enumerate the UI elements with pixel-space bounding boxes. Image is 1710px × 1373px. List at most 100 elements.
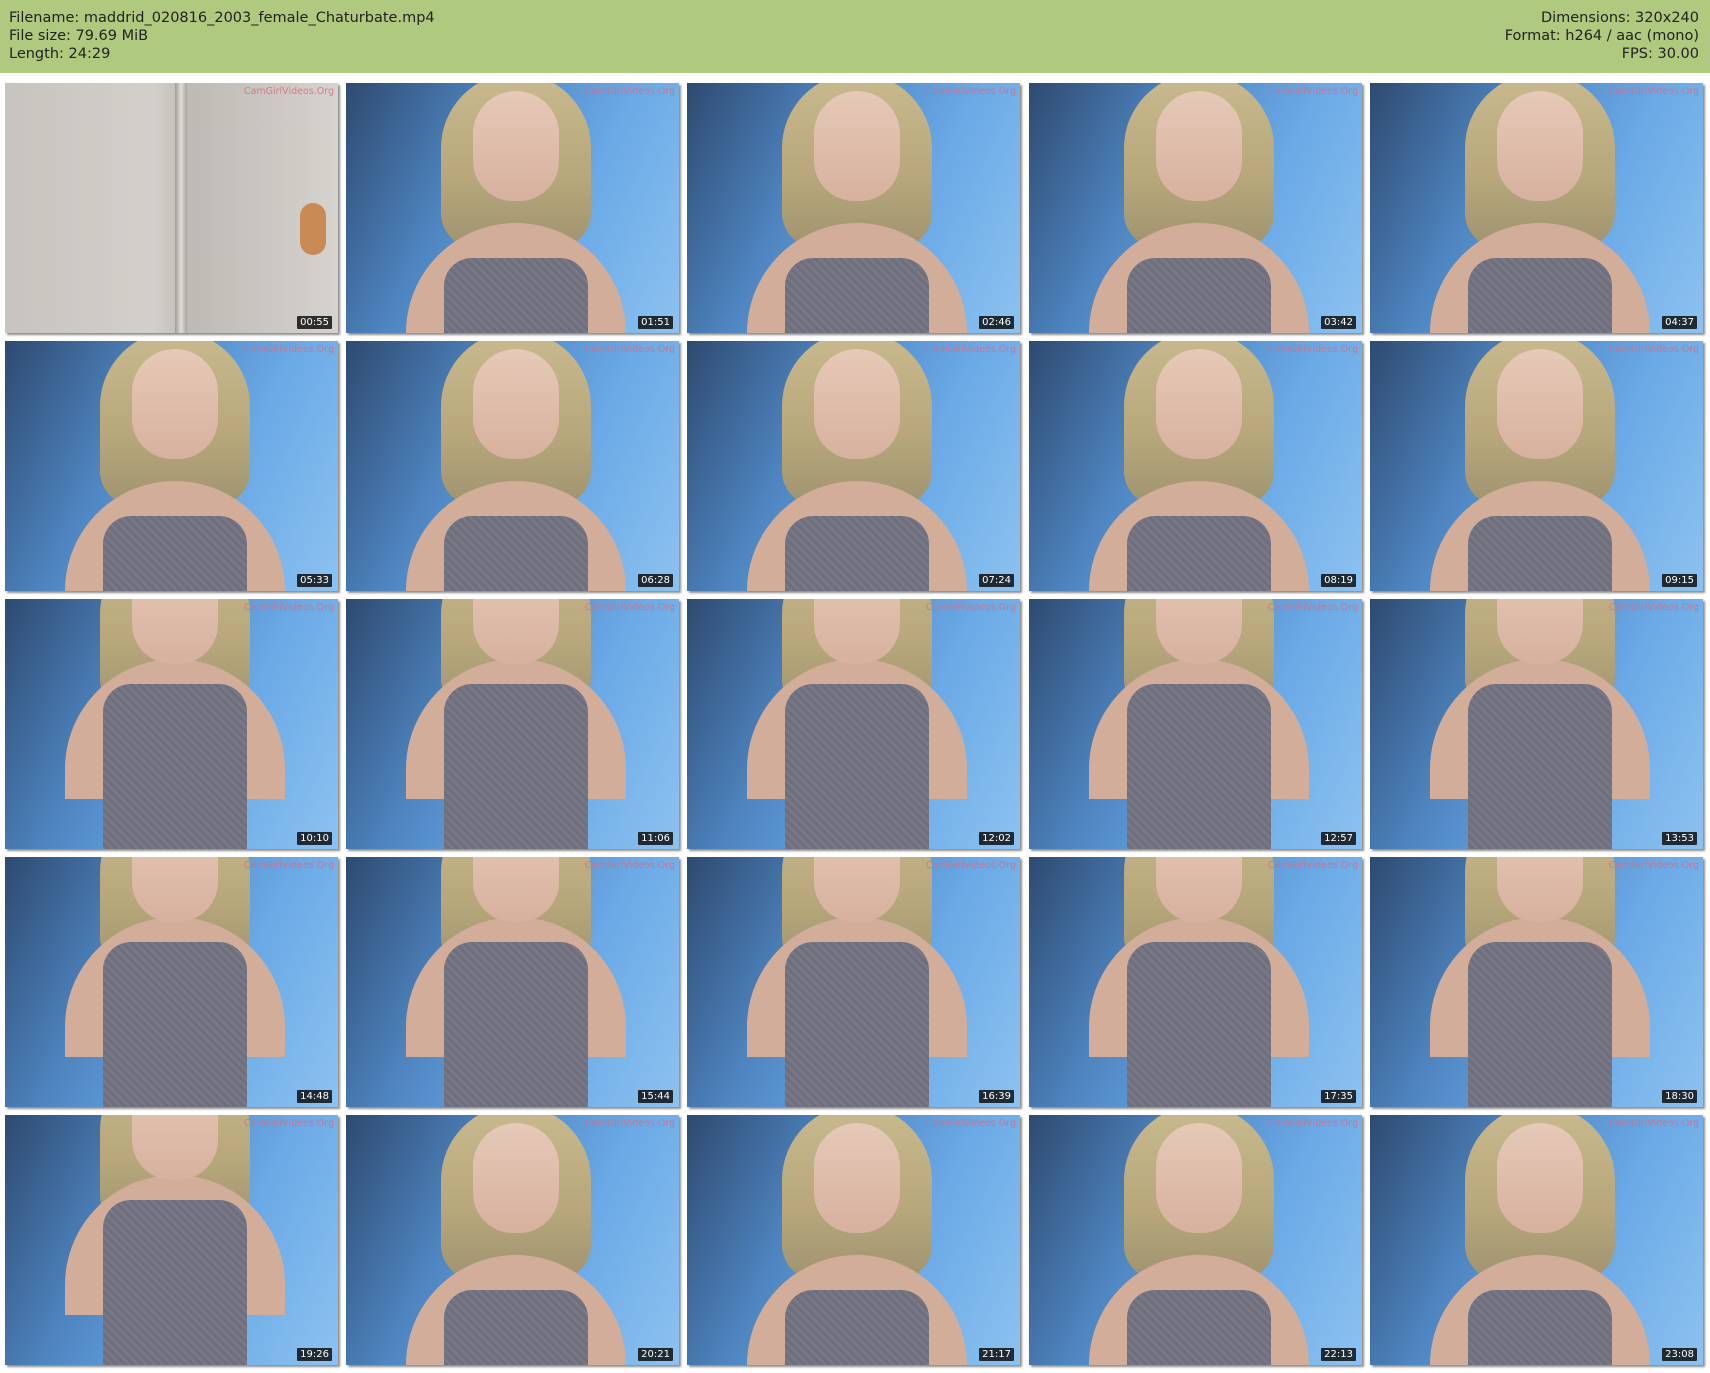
thumbnail-frame: CamGirlVideos.Org 03:42 xyxy=(1029,83,1362,333)
thumbnail-frame: CamGirlVideos.Org 12:02 xyxy=(687,599,1020,849)
thumbnail-frame: CamGirlVideos.Org 17:35 xyxy=(1029,857,1362,1107)
thumbnail-frame: CamGirlVideos.Org 07:24 xyxy=(687,341,1020,591)
length-text: Length: 24:29 xyxy=(9,46,111,62)
frame-image xyxy=(1089,1115,1309,1365)
watermark-text: CamGirlVideos.Org xyxy=(243,860,334,871)
watermark-text: CamGirlVideos.Org xyxy=(1608,344,1699,355)
file-info: Filename: maddrid_020816_2003_female_Cha… xyxy=(9,9,435,63)
frame-image xyxy=(406,857,626,1107)
frame-image xyxy=(747,341,967,591)
thumbnail-frame: CamGirlVideos.Org 22:13 xyxy=(1029,1115,1362,1365)
frame-image xyxy=(1430,857,1650,1107)
thumbnail-frame: CamGirlVideos.Org 01:51 xyxy=(346,83,679,333)
timestamp-label: 13:53 xyxy=(1662,832,1697,845)
frame-image xyxy=(1430,599,1650,849)
thumbnail-frame: CamGirlVideos.Org 09:15 xyxy=(1370,341,1703,591)
watermark-text: CamGirlVideos.Org xyxy=(243,1118,334,1129)
timestamp-label: 00:55 xyxy=(297,316,332,329)
frame-image xyxy=(1430,1115,1650,1365)
frame-image xyxy=(300,203,326,255)
watermark-text: CamGirlVideos.Org xyxy=(925,344,1016,355)
frame-image xyxy=(747,599,967,849)
frame-image xyxy=(406,83,626,333)
timestamp-label: 03:42 xyxy=(1321,316,1356,329)
frame-image xyxy=(1430,83,1650,333)
watermark-text: CamGirlVideos.Org xyxy=(1608,86,1699,97)
timestamp-label: 16:39 xyxy=(979,1090,1014,1103)
frame-image xyxy=(1089,857,1309,1107)
watermark-text: CamGirlVideos.Org xyxy=(1267,602,1358,613)
watermark-text: CamGirlVideos.Org xyxy=(1267,86,1358,97)
thumbnail-frame: CamGirlVideos.Org 04:37 xyxy=(1370,83,1703,333)
filesize-text: File size: 79.69 MiB xyxy=(9,28,149,44)
watermark-text: CamGirlVideos.Org xyxy=(243,602,334,613)
frame-image xyxy=(747,83,967,333)
timestamp-label: 14:48 xyxy=(297,1090,332,1103)
watermark-text: CamGirlVideos.Org xyxy=(1267,1118,1358,1129)
timestamp-label: 02:46 xyxy=(979,316,1014,329)
thumbnail-frame: CamGirlVideos.Org 23:08 xyxy=(1370,1115,1703,1365)
filename-text: Filename: maddrid_020816_2003_female_Cha… xyxy=(9,10,435,26)
timestamp-label: 12:02 xyxy=(979,832,1014,845)
watermark-text: CamGirlVideos.Org xyxy=(584,602,675,613)
frame-image xyxy=(65,599,285,849)
timestamp-label: 18:30 xyxy=(1662,1090,1697,1103)
watermark-text: CamGirlVideos.Org xyxy=(1608,860,1699,871)
watermark-text: CamGirlVideos.Org xyxy=(243,344,334,355)
watermark-text: CamGirlVideos.Org xyxy=(925,1118,1016,1129)
format-text: Format: h264 / aac (mono) xyxy=(1504,28,1699,44)
frame-image xyxy=(1089,599,1309,849)
thumbnail-frame: CamGirlVideos.Org 12:57 xyxy=(1029,599,1362,849)
timestamp-label: 15:44 xyxy=(638,1090,673,1103)
timestamp-label: 12:57 xyxy=(1321,832,1356,845)
frame-image xyxy=(406,341,626,591)
thumbnail-frame: CamGirlVideos.Org 15:44 xyxy=(346,857,679,1107)
frame-image xyxy=(1430,341,1650,591)
media-info: Dimensions: 320x240 Format: h264 / aac (… xyxy=(1505,9,1699,63)
watermark-text: CamGirlVideos.Org xyxy=(243,86,334,97)
timestamp-label: 09:15 xyxy=(1662,574,1697,587)
watermark-text: CamGirlVideos.Org xyxy=(1608,1118,1699,1129)
thumbnail-frame: CamGirlVideos.Org 10:10 xyxy=(5,599,338,849)
thumbnail-frame: CamGirlVideos.Org 21:17 xyxy=(687,1115,1020,1365)
dimensions-text: Dimensions: 320x240 xyxy=(1540,10,1699,26)
watermark-text: CamGirlVideos.Org xyxy=(925,602,1016,613)
watermark-text: CamGirlVideos.Org xyxy=(584,860,675,871)
thumbnail-frame: CamGirlVideos.Org 13:53 xyxy=(1370,599,1703,849)
timestamp-label: 06:28 xyxy=(638,574,673,587)
thumbnail-frame: CamGirlVideos.Org 08:19 xyxy=(1029,341,1362,591)
timestamp-label: 07:24 xyxy=(979,574,1014,587)
thumbnail-frame: CamGirlVideos.Org 05:33 xyxy=(5,341,338,591)
frame-image xyxy=(65,857,285,1107)
timestamp-label: 22:13 xyxy=(1321,1348,1356,1361)
timestamp-label: 04:37 xyxy=(1662,316,1697,329)
thumbnail-frame: CamGirlVideos.Org 16:39 xyxy=(687,857,1020,1107)
timestamp-label: 21:17 xyxy=(979,1348,1014,1361)
watermark-text: CamGirlVideos.Org xyxy=(925,86,1016,97)
thumbnail-frame: CamGirlVideos.Org 20:21 xyxy=(346,1115,679,1365)
timestamp-label: 10:10 xyxy=(297,832,332,845)
frame-image xyxy=(406,1115,626,1365)
frame-image xyxy=(406,599,626,849)
timestamp-label: 20:21 xyxy=(638,1348,673,1361)
watermark-text: CamGirlVideos.Org xyxy=(1267,860,1358,871)
watermark-text: CamGirlVideos.Org xyxy=(584,344,675,355)
frame-image xyxy=(747,1115,967,1365)
frame-image xyxy=(747,857,967,1107)
fps-text: FPS: 30.00 xyxy=(1621,46,1699,62)
watermark-text: CamGirlVideos.Org xyxy=(925,860,1016,871)
watermark-text: CamGirlVideos.Org xyxy=(584,86,675,97)
thumbnail-frame: CamGirlVideos.Org 19:26 xyxy=(5,1115,338,1365)
timestamp-label: 19:26 xyxy=(297,1348,332,1361)
thumbnail-frame: CamGirlVideos.Org 11:06 xyxy=(346,599,679,849)
timestamp-label: 08:19 xyxy=(1321,574,1356,587)
watermark-text: CamGirlVideos.Org xyxy=(1608,602,1699,613)
thumbnail-frame: CamGirlVideos.Org 02:46 xyxy=(687,83,1020,333)
watermark-text: CamGirlVideos.Org xyxy=(1267,344,1358,355)
thumbnail-frame: CamGirlVideos.Org 14:48 xyxy=(5,857,338,1107)
frame-image xyxy=(65,1115,285,1365)
thumbnail-frame: CamGirlVideos.Org 06:28 xyxy=(346,341,679,591)
frame-image xyxy=(1089,341,1309,591)
info-header: Filename: maddrid_020816_2003_female_Cha… xyxy=(0,0,1710,73)
thumbnail-frame: CamGirlVideos.Org 00:55 xyxy=(5,83,338,333)
